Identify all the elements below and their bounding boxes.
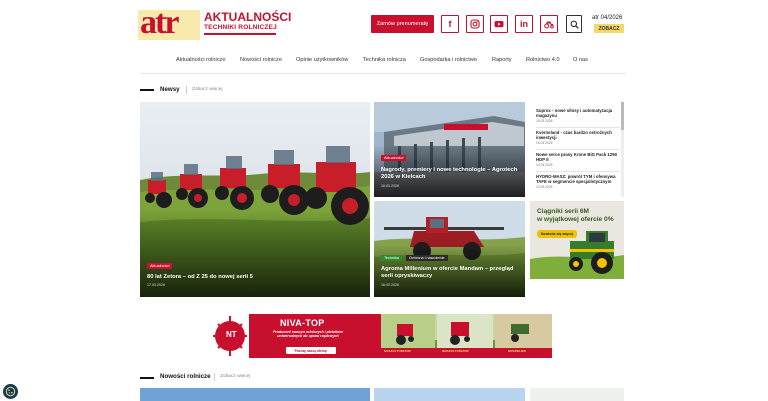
article-top-right-tile[interactable]: Aktualności Nagrody, premiery i nowe tec… xyxy=(374,102,525,197)
list-item-date: 15.03.2026 xyxy=(536,118,553,123)
article-top-right-title[interactable]: Nagrody, premiery i nowe technologie – A… xyxy=(381,167,521,181)
section-title-newsy: Newsy xyxy=(160,86,180,93)
banner-label: NIVAKULTYWATOR xyxy=(442,349,469,353)
ad-john-deere-line2: w wyjątkowej ofercie 0% xyxy=(537,216,614,223)
instagram-icon[interactable] xyxy=(466,15,484,33)
linkedin-icon[interactable]: in xyxy=(515,15,533,33)
logo-title-line2: TECHNIKI ROLNICZEJ xyxy=(204,24,277,31)
nav-item-rolnictwo40[interactable]: Rolnictwo 4.0 xyxy=(526,57,560,63)
banner-logo-text: NT xyxy=(226,330,237,339)
list-item[interactable]: Suprox - nowe siłosy i automatyzacja mag… xyxy=(536,108,620,123)
nav-item-nowosci[interactable]: Nowości rolnicze xyxy=(240,57,282,63)
list-item-title[interactable]: Nowe serce prasy Krone BiG Pack 1290 HDP… xyxy=(536,152,620,163)
section-marker xyxy=(140,377,154,379)
article-tile[interactable] xyxy=(140,388,370,401)
list-item-title[interactable]: Suprox - nowe siłosy i automatyzacja mag… xyxy=(536,108,620,119)
article-top-right-badge[interactable]: Aktualności xyxy=(381,155,407,161)
list-divider xyxy=(536,149,620,150)
article-tile[interactable] xyxy=(374,388,525,401)
article-bottom-right-badge-ochrona[interactable]: Ochrona i nawożenie xyxy=(406,255,448,261)
article-bottom-right-date: 16.03.2026 xyxy=(381,283,399,287)
cookie-settings-icon[interactable] xyxy=(3,384,18,399)
list-item[interactable]: HYDRO-MASZ: powrót TYM i ofensywa TAFE w… xyxy=(536,174,620,189)
ad-john-deere-button[interactable]: Dowiedz się więcej xyxy=(537,230,577,238)
article-main-tile[interactable]: Aktualności 80 lat Zetora – od Z 25 do n… xyxy=(140,102,370,297)
banner-cta-button[interactable]: Poznaj naszą ofertę! xyxy=(286,347,336,354)
article-main-date: 17.03.2026 xyxy=(147,283,165,287)
facebook-icon[interactable]: f xyxy=(441,15,459,33)
section-separator xyxy=(214,373,215,381)
list-item-date: 15.03.2026 xyxy=(536,140,553,145)
tractor-icon[interactable] xyxy=(540,15,558,33)
article-bottom-right-title[interactable]: Agroma Millenium w ofercie Mandam – prze… xyxy=(381,266,521,280)
list-item-date: 14.03.2026 xyxy=(536,184,553,189)
article-top-right-date: 16.03.2026 xyxy=(381,184,399,188)
nav-item-gospodarka[interactable]: Gospodarka i rolnictwo xyxy=(420,57,477,63)
banner-label: NIVAPIELNIK xyxy=(508,349,527,353)
ad-banner-image xyxy=(211,314,552,358)
logo-underline xyxy=(204,33,276,35)
list-item-title[interactable]: Kverneland - czas bardzo ostrożnych inwe… xyxy=(536,130,620,141)
nav-item-o-nas[interactable]: O nas xyxy=(573,57,588,63)
youtube-icon[interactable] xyxy=(490,15,508,33)
page: atr AKTUALNOŚCI TECHNIKI ROLNICZEJ Zamów… xyxy=(0,0,768,401)
article-bottom-right-badge-technika[interactable]: Technika xyxy=(381,255,402,261)
banner-label: NIVAKULTYWATOR xyxy=(384,349,411,353)
section-separator xyxy=(186,86,187,94)
ad-tile[interactable] xyxy=(530,388,624,401)
nav-item-opinie[interactable]: Opinie użytkowników xyxy=(296,57,348,63)
ad-john-deere-line1: Ciągniki serii 6M xyxy=(537,208,590,215)
issue-view-button[interactable]: ZOBACZ xyxy=(594,24,624,33)
section-marker xyxy=(140,89,154,91)
nav-item-technika[interactable]: Technika rolnicza xyxy=(363,57,406,63)
article-bottom-right-tile[interactable]: Technika Ochrona i nawożenie Agroma Mill… xyxy=(374,201,525,297)
section-more-link[interactable]: Zobacz więcej xyxy=(192,87,222,92)
ad-banner-nivatop[interactable] xyxy=(211,314,552,358)
current-issue-label: atr 04/2026 xyxy=(592,15,623,21)
list-item-date: 14.03.2026 xyxy=(536,162,553,167)
list-divider xyxy=(536,127,620,128)
section-title-nowosci: Nowości rolnicze xyxy=(160,373,211,380)
nav-divider xyxy=(140,73,626,74)
list-item[interactable]: Kverneland - czas bardzo ostrożnych inwe… xyxy=(536,130,620,145)
news-list: Suprox - nowe siłosy i automatyzacja mag… xyxy=(530,101,624,197)
article-main-image xyxy=(140,102,370,297)
main-nav: Aktualności rolnicze Nowości rolnicze Op… xyxy=(0,57,768,67)
banner-subtitle: Producent maszyn rolniczych i pielników … xyxy=(272,330,344,339)
article-main-title[interactable]: 80 lat Zetora – od Z 25 do nowej serii 5 xyxy=(147,274,347,281)
logo-atr[interactable]: atr xyxy=(140,6,179,40)
article-top-right-image xyxy=(374,102,525,197)
logo-title-line1: AKTUALNOŚCI xyxy=(204,10,292,24)
list-divider xyxy=(536,171,620,172)
nav-item-aktualnosci[interactable]: Aktualności rolnicze xyxy=(176,57,225,63)
list-item-title[interactable]: HYDRO-MASZ: powrót TYM i ofensywa TAFE w… xyxy=(536,174,620,185)
section-more-link[interactable]: Zobacz więcej xyxy=(220,374,250,379)
subscribe-button[interactable]: Zamów prenumeratę xyxy=(371,15,434,33)
news-list-scrollbar-thumb[interactable] xyxy=(621,102,624,130)
article-main-badge[interactable]: Aktualności xyxy=(147,263,173,269)
nav-item-raporty[interactable]: Raporty xyxy=(492,57,512,63)
list-item[interactable]: Nowe serce prasy Krone BiG Pack 1290 HDP… xyxy=(536,152,620,167)
banner-brand: NIVA-TOP xyxy=(280,318,325,328)
search-icon[interactable] xyxy=(566,15,582,33)
